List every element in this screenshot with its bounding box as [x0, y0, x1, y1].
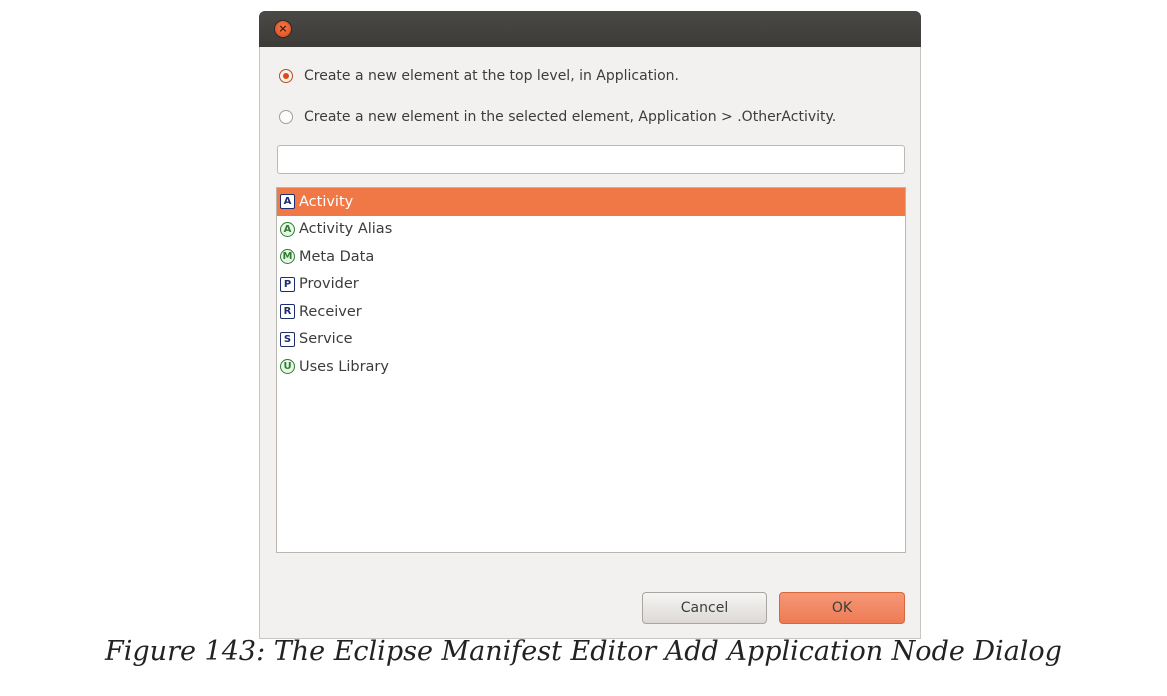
meta-data-icon: M	[280, 249, 295, 265]
ok-button[interactable]: OK	[779, 592, 905, 624]
list-item-label: Uses Library	[299, 358, 389, 375]
top-level-radio[interactable]	[279, 69, 293, 83]
list-item-label: Activity Alias	[299, 221, 393, 238]
list-item-label: Service	[299, 331, 353, 348]
top-level-option-label: Create a new element at the top level, i…	[304, 68, 679, 84]
list-item-label: Receiver	[299, 303, 362, 320]
element-list[interactable]: A Activity A Activity Alias M Meta Data P Provi…	[276, 187, 906, 553]
list-item[interactable]: A Activity	[277, 188, 905, 216]
top-level-option[interactable]: Create a new element at the top level, i…	[279, 65, 679, 87]
add-node-dialog: × Create a new element at the top level,…	[259, 11, 921, 639]
list-item[interactable]: A Activity Alias	[277, 216, 905, 244]
receiver-icon: R	[280, 304, 295, 320]
list-item-label: Provider	[299, 276, 359, 293]
activity-icon: A	[280, 194, 295, 210]
uses-library-icon: U	[280, 359, 295, 375]
list-item[interactable]: P Provider	[277, 271, 905, 299]
cancel-button[interactable]: Cancel	[642, 592, 767, 624]
list-item[interactable]: R Receiver	[277, 298, 905, 326]
close-button[interactable]: ×	[274, 20, 292, 38]
selected-element-option[interactable]: Create a new element in the selected ele…	[279, 106, 836, 128]
filter-input[interactable]	[277, 145, 905, 174]
close-icon: ×	[278, 22, 288, 35]
activity-alias-icon: A	[280, 221, 295, 237]
figure-caption: Figure 143: The Eclipse Manifest Editor …	[105, 636, 1062, 667]
selected-element-radio[interactable]	[279, 110, 293, 124]
service-icon: S	[280, 331, 295, 347]
list-item-label: Meta Data	[299, 248, 375, 265]
selected-element-option-label: Create a new element in the selected ele…	[304, 109, 837, 125]
list-item[interactable]: M Meta Data	[277, 243, 905, 271]
title-bar: ×	[259, 11, 921, 47]
list-item-label: Activity	[299, 193, 354, 210]
list-item[interactable]: S Service	[277, 326, 905, 354]
list-item[interactable]: U Uses Library	[277, 353, 905, 381]
provider-icon: P	[280, 276, 295, 292]
